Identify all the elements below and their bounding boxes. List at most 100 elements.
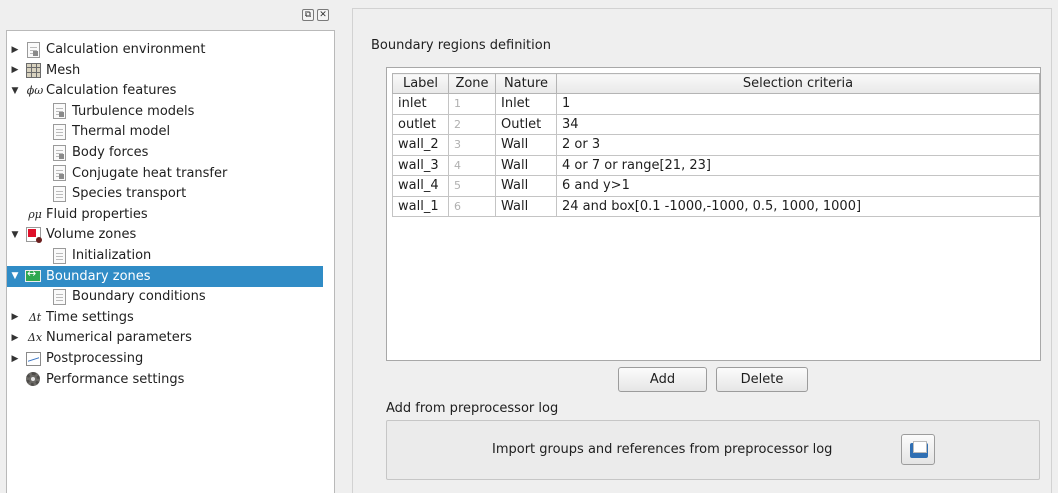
postprocessing-chart-icon-shape xyxy=(25,351,41,366)
nature-cell[interactable]: Inlet xyxy=(495,93,557,115)
tree-item-boundary-zones[interactable]: ▼ Boundary zones xyxy=(7,265,323,287)
navigation-tree[interactable]: ▶ Calculation environment ▶ Mesh ▼ ϕω Calculat… xyxy=(6,30,335,493)
criteria-cell[interactable]: 4 or 7 or range[21, 23] xyxy=(556,154,1040,176)
mesh-grid-icon xyxy=(25,62,41,78)
preprocessor-log-title: Add from preprocessor log xyxy=(386,401,559,416)
header-nature[interactable]: Nature xyxy=(495,73,557,94)
zone-cell[interactable]: 5 xyxy=(448,175,496,197)
document-icon-shape xyxy=(52,247,66,264)
float-window-icon[interactable]: ⧉ xyxy=(302,9,314,21)
tree-item-volume-zones[interactable]: ▼ Volume zones xyxy=(7,224,323,245)
tree-item-label: Volume zones xyxy=(46,227,137,243)
criteria-cell[interactable]: 34 xyxy=(556,113,1040,135)
collapse-arrow-icon[interactable]: ▼ xyxy=(9,86,21,96)
nature-cell[interactable]: Wall xyxy=(495,154,557,176)
tree-item-body-forces[interactable]: Body forces xyxy=(7,142,323,163)
tree-item-numerical-parameters[interactable]: ▶ Δx Numerical parameters xyxy=(7,327,323,348)
tree-item-label: Body forces xyxy=(72,145,149,160)
tree-item-label: Performance settings xyxy=(46,371,185,387)
tree-item-thermal-model[interactable]: Thermal model xyxy=(7,121,323,142)
nature-cell[interactable]: Wall xyxy=(495,134,557,156)
document-icon xyxy=(51,288,67,305)
add-button[interactable]: Add xyxy=(618,367,707,392)
table-row[interactable]: wall_3 4 Wall 4 or 7 or range[21, 23] xyxy=(392,154,1040,176)
import-button[interactable] xyxy=(901,434,935,465)
tree-item-boundary-conditions[interactable]: Boundary conditions xyxy=(7,286,323,307)
document-icon xyxy=(51,123,67,140)
tree-item-label: Species transport xyxy=(72,186,187,202)
criteria-cell[interactable]: 24 and box[0.1 -1000,-1000, 0.5, 1000, 1… xyxy=(556,195,1040,217)
tree-item-postprocessing[interactable]: ▶ Postprocessing xyxy=(7,348,323,369)
table-row[interactable]: outlet 2 Outlet 34 xyxy=(392,113,1040,135)
tree-item-calculation-environment[interactable]: ▶ Calculation environment xyxy=(7,39,323,60)
criteria-cell[interactable]: 1 xyxy=(556,93,1040,115)
label-cell[interactable]: outlet xyxy=(392,113,449,135)
close-icon[interactable]: ✕ xyxy=(317,9,329,21)
criteria-cell[interactable]: 6 and y>1 xyxy=(556,175,1040,197)
expand-arrow-icon[interactable]: ▶ xyxy=(9,354,21,364)
postprocessing-chart-icon xyxy=(25,351,41,367)
tree-item-conjugate-heat-transfer[interactable]: Conjugate heat transfer xyxy=(7,163,323,184)
import-label: Import groups and references from prepro… xyxy=(492,442,833,457)
collapse-arrow-icon[interactable]: ▼ xyxy=(9,230,21,240)
boundary-table[interactable]: Label Zone Nature Selection criteria inl… xyxy=(392,73,1040,217)
table-row[interactable]: inlet 1 Inlet 1 xyxy=(392,93,1040,115)
criteria-cell[interactable]: 2 or 3 xyxy=(556,134,1040,156)
table-row[interactable]: wall_1 6 Wall 24 and box[0.1 -1000,-1000, 0… xyxy=(392,195,1040,217)
nature-cell[interactable]: Wall xyxy=(495,175,557,197)
delete-button[interactable]: Delete xyxy=(716,367,808,392)
document-icon xyxy=(51,247,67,264)
zone-cell[interactable]: 2 xyxy=(448,113,496,135)
label-cell[interactable]: inlet xyxy=(392,93,449,115)
mesh-grid-icon-shape xyxy=(25,62,41,78)
tree-item-mesh[interactable]: ▶ Mesh xyxy=(7,60,323,81)
tree-item-label: Thermal model xyxy=(72,124,171,140)
nature-cell[interactable]: Wall xyxy=(495,195,557,217)
gear-icon xyxy=(25,371,41,387)
document-script-icon xyxy=(51,144,67,161)
tree-item-turbulence-models[interactable]: Turbulence models xyxy=(7,101,323,122)
tree-item-label: Mesh xyxy=(46,62,81,78)
document-script-icon-shape xyxy=(26,41,40,58)
document-script-icon-shape xyxy=(52,144,66,161)
tree-item-label: Postprocessing xyxy=(46,351,144,366)
document-script-icon-shape xyxy=(52,103,66,120)
boundary-zones-icon xyxy=(25,267,41,284)
expand-arrow-icon[interactable]: ▶ xyxy=(9,45,21,55)
document-script-icon xyxy=(51,103,67,120)
tree-item-label: Conjugate heat transfer xyxy=(72,165,228,181)
expand-arrow-icon[interactable]: ▶ xyxy=(9,65,21,75)
expand-arrow-icon[interactable]: ▶ xyxy=(9,333,21,343)
delta-x-icon: Δx xyxy=(27,331,43,345)
zone-cell[interactable]: 3 xyxy=(448,134,496,156)
collapse-arrow-icon[interactable]: ▼ xyxy=(9,271,21,281)
tree-item-performance-settings[interactable]: Performance settings xyxy=(7,369,323,390)
panel-splitter[interactable] xyxy=(342,0,348,493)
label-cell[interactable]: wall_4 xyxy=(392,175,449,197)
document-icon-shape xyxy=(52,123,66,140)
tree-item-species-transport[interactable]: Species transport xyxy=(7,183,323,204)
tree-item-initialization[interactable]: Initialization xyxy=(7,245,323,266)
boundary-regions-table[interactable]: Label Zone Nature Selection criteria inl… xyxy=(386,67,1041,361)
volume-zones-icon xyxy=(25,227,42,244)
tree-item-label: Calculation environment xyxy=(46,42,206,57)
document-script-icon-shape xyxy=(52,165,66,182)
label-cell[interactable]: wall_2 xyxy=(392,134,449,156)
rho-mu-icon: ρμ xyxy=(28,207,42,221)
document-icon-shape xyxy=(52,288,66,305)
header-selection-criteria[interactable]: Selection criteria xyxy=(556,73,1040,94)
table-row[interactable]: wall_4 5 Wall 6 and y>1 xyxy=(392,175,1040,197)
tree-item-time-settings[interactable]: ▶ Δt Time settings xyxy=(7,307,323,328)
nature-cell[interactable]: Outlet xyxy=(495,113,557,135)
header-label[interactable]: Label xyxy=(392,73,449,94)
expand-arrow-icon[interactable]: ▶ xyxy=(9,312,21,322)
tree-item-fluid-properties[interactable]: ρμ Fluid properties xyxy=(7,204,323,225)
zone-cell[interactable]: 4 xyxy=(448,154,496,176)
table-row[interactable]: wall_2 3 Wall 2 or 3 xyxy=(392,134,1040,156)
zone-cell[interactable]: 6 xyxy=(448,195,496,217)
label-cell[interactable]: wall_1 xyxy=(392,195,449,217)
label-cell[interactable]: wall_3 xyxy=(392,154,449,176)
tree-item-calculation-features[interactable]: ▼ ϕω Calculation features xyxy=(7,80,323,101)
header-zone[interactable]: Zone xyxy=(448,73,496,94)
zone-cell[interactable]: 1 xyxy=(448,93,496,115)
